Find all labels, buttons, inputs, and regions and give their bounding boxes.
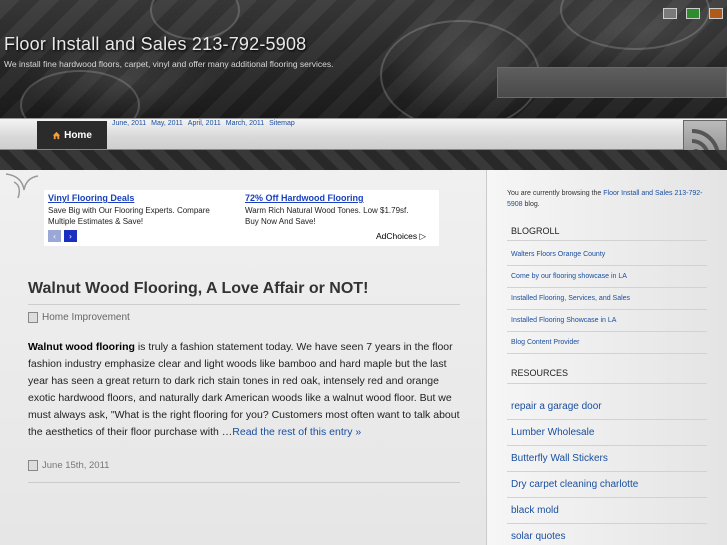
sidebar-divider [507,383,707,384]
resources-heading: RESOURCES [511,368,569,378]
resource-link[interactable]: solar quotes [511,531,565,542]
sidebar-divider [507,419,707,420]
nav-link-sitemap[interactable]: Sitemap [269,120,295,127]
ad-text-hardwood-1: Warm Rich Natural Wood Tones. Low $1.79s… [245,206,409,215]
blogroll-link[interactable]: Installed Flooring, Services, and Sales [511,295,630,302]
resource-link[interactable]: black mold [511,505,559,516]
resource-link[interactable]: Butterfly Wall Stickers [511,453,608,464]
resource-link[interactable]: Dry carpet cleaning charlotte [511,479,638,490]
ad-title-hardwood[interactable]: 72% Off Hardwood Flooring [245,193,364,203]
sidebar-divider [507,523,707,524]
category-icon [28,312,38,323]
nav-home-button[interactable]: Home [37,121,107,149]
post-date: June 15th, 2011 [28,460,109,471]
ad-prev-button[interactable]: ‹ [48,230,61,242]
nav-link-march[interactable]: March, 2011 [226,120,264,127]
nav-home-label: Home [64,129,92,141]
browsing-suffix: blog. [522,201,540,208]
sidebar-divider [507,309,707,310]
ad-text-hardwood-2: Buy Now And Save! [245,217,316,226]
browsing-notice: You are currently browsing the Floor Ins… [507,188,707,210]
nav-links: June, 2011 May, 2011 April, 2011 March, … [112,120,295,127]
post-body: Walnut wood flooring is truly a fashion … [28,339,464,441]
sidebar-divider [507,240,707,241]
post-divider [28,304,460,305]
resource-link[interactable]: Lumber Wholesale [511,427,594,438]
sidebar-divider [507,287,707,288]
nav-link-may[interactable]: May, 2011 [151,120,183,127]
post-footer-divider [28,482,460,483]
decorative-band [0,150,727,170]
sidebar-divider [507,265,707,266]
site-title[interactable]: Floor Install and Sales 213-792-5908 [4,34,306,55]
main-content: Vinyl Flooring Deals Save Big with Our F… [0,170,486,545]
sidebar-divider [507,445,707,446]
post-title[interactable]: Walnut Wood Flooring, A Love Affair or N… [28,280,368,298]
adchoices-label: AdChoices [376,231,418,241]
read-more-link[interactable]: Read the rest of this entry » [232,426,361,438]
theme-swatch-green[interactable] [686,8,700,19]
sidebar-divider [507,471,707,472]
resource-link[interactable]: repair a garage door [511,401,602,412]
blogroll-link[interactable]: Come by our flooring showcase in LA [511,273,627,280]
header-ornament [20,70,140,118]
nav-link-june[interactable]: June, 2011 [112,120,146,127]
calendar-icon [28,460,38,471]
sidebar: You are currently browsing the Floor Ins… [486,170,727,545]
search-input[interactable] [497,67,727,98]
sidebar-divider [507,353,707,354]
house-icon [52,131,61,139]
corner-ornament-icon [5,173,39,199]
blogroll-link[interactable]: Blog Content Provider [511,339,579,346]
ad-next-button[interactable]: › [64,230,77,242]
blogroll-heading: BLOGROLL [511,226,560,236]
adchoices-link[interactable]: AdChoices ▷ [376,231,426,242]
main-nav: Home June, 2011 May, 2011 April, 2011 Ma… [0,118,727,150]
ad-title-vinyl[interactable]: Vinyl Flooring Deals [48,193,134,203]
site-header: Floor Install and Sales 213-792-5908 We … [0,0,727,118]
post-lead: Walnut wood flooring [28,341,135,353]
adchoices-icon: ▷ [419,231,427,241]
blogroll-link[interactable]: Walters Floors Orange County [511,251,605,258]
post-date-text: June 15th, 2011 [42,460,110,471]
theme-swatch-orange[interactable] [709,8,723,19]
blogroll-link[interactable]: Installed Flooring Showcase in LA [511,317,616,324]
browsing-prefix: You are currently browsing the [507,190,604,197]
post-text: is truly a fashion statement today. We h… [28,341,460,438]
ad-text-vinyl-1: Save Big with Our Flooring Experts. Comp… [48,206,210,215]
post-category-link[interactable]: Home Improvement [42,312,130,323]
site-description: We install fine hardwood floors, carpet,… [4,59,334,69]
ad-text-vinyl-2: Multiple Estimates & Save! [48,217,144,226]
post-category: Home Improvement [28,312,130,323]
nav-link-april[interactable]: April, 2011 [188,120,221,127]
theme-swatch-gray[interactable] [663,8,677,19]
sidebar-divider [507,331,707,332]
sidebar-divider [507,497,707,498]
